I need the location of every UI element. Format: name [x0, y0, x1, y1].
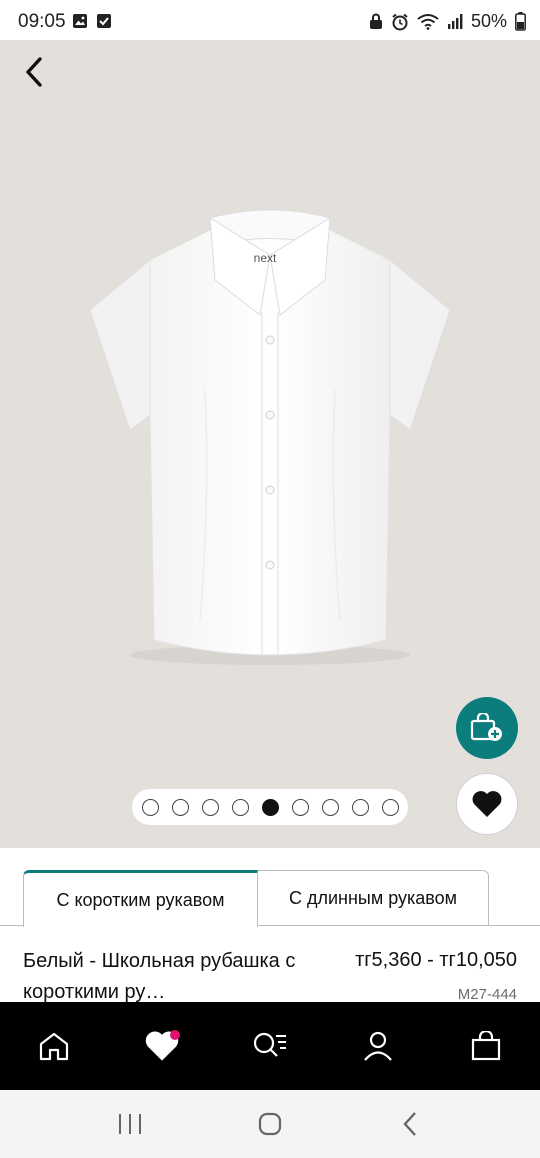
- home-icon: [39, 1032, 69, 1061]
- add-to-bag-button[interactable]: [456, 697, 518, 759]
- carousel-dot[interactable]: [321, 798, 339, 816]
- nav-account[interactable]: [324, 1002, 432, 1090]
- carousel-dot[interactable]: [381, 798, 399, 816]
- favorites-badge: [170, 1030, 180, 1040]
- carousel-dot[interactable]: [201, 798, 219, 816]
- brand-label-text: next: [254, 251, 277, 265]
- gallery-icon: [73, 14, 87, 28]
- carousel-dot[interactable]: [171, 798, 189, 816]
- bag-plus-icon: [470, 713, 502, 741]
- carousel-dot[interactable]: [141, 798, 159, 816]
- search-list-icon: [253, 1032, 286, 1057]
- tab-short-sleeve[interactable]: С коротким рукавом: [23, 870, 258, 927]
- status-bar: 09:05 50%: [0, 0, 540, 44]
- chevron-left-icon: [403, 1112, 416, 1136]
- checkbox-icon: [97, 14, 111, 28]
- product-price: тг5,360 - тг10,050: [355, 949, 517, 971]
- nav-search[interactable]: [216, 1002, 324, 1090]
- heart-icon: [472, 791, 502, 817]
- nav-favorites[interactable]: [108, 1002, 216, 1090]
- system-nav-bar: [0, 1090, 540, 1158]
- product-image[interactable]: next: [80, 200, 460, 670]
- product-gallery[interactable]: next: [0, 40, 540, 848]
- nav-bag[interactable]: [432, 1002, 540, 1090]
- variant-tabs: С коротким рукавом С длинным рукавом: [0, 870, 540, 928]
- bag-icon: [471, 1031, 501, 1061]
- home-square-icon: [258, 1112, 282, 1136]
- status-right-icons: 50%: [369, 11, 526, 32]
- product-title[interactable]: Белый - Школьная рубашка с короткими ру…: [23, 946, 323, 1006]
- carousel-dots: [132, 789, 408, 825]
- signal-icon: [447, 14, 463, 29]
- wifi-icon: [417, 14, 439, 30]
- home-system-button[interactable]: [240, 1099, 300, 1149]
- back-button[interactable]: [14, 50, 54, 94]
- carousel-dot[interactable]: [291, 798, 309, 816]
- carousel-dot[interactable]: [261, 798, 279, 816]
- carousel-dot[interactable]: [231, 798, 249, 816]
- lock-icon: [369, 13, 382, 29]
- back-system-button[interactable]: [380, 1099, 440, 1149]
- status-time: 09:05: [18, 11, 66, 32]
- carousel-dot[interactable]: [351, 798, 369, 816]
- recent-apps-button[interactable]: [100, 1099, 160, 1149]
- tab-long-sleeve[interactable]: С длинным рукавом: [257, 870, 489, 926]
- battery-text: 50%: [470, 11, 507, 31]
- nav-home[interactable]: [0, 1002, 108, 1090]
- bottom-nav: [0, 1002, 540, 1090]
- product-code: M27-444: [457, 986, 517, 1003]
- alarm-icon: [392, 13, 408, 30]
- status-left-icons: [72, 13, 112, 29]
- account-icon: [364, 1031, 392, 1061]
- favorite-button[interactable]: [456, 773, 518, 835]
- battery-icon: [515, 12, 526, 31]
- recents-icon: [119, 1114, 141, 1134]
- chevron-left-icon: [26, 57, 42, 87]
